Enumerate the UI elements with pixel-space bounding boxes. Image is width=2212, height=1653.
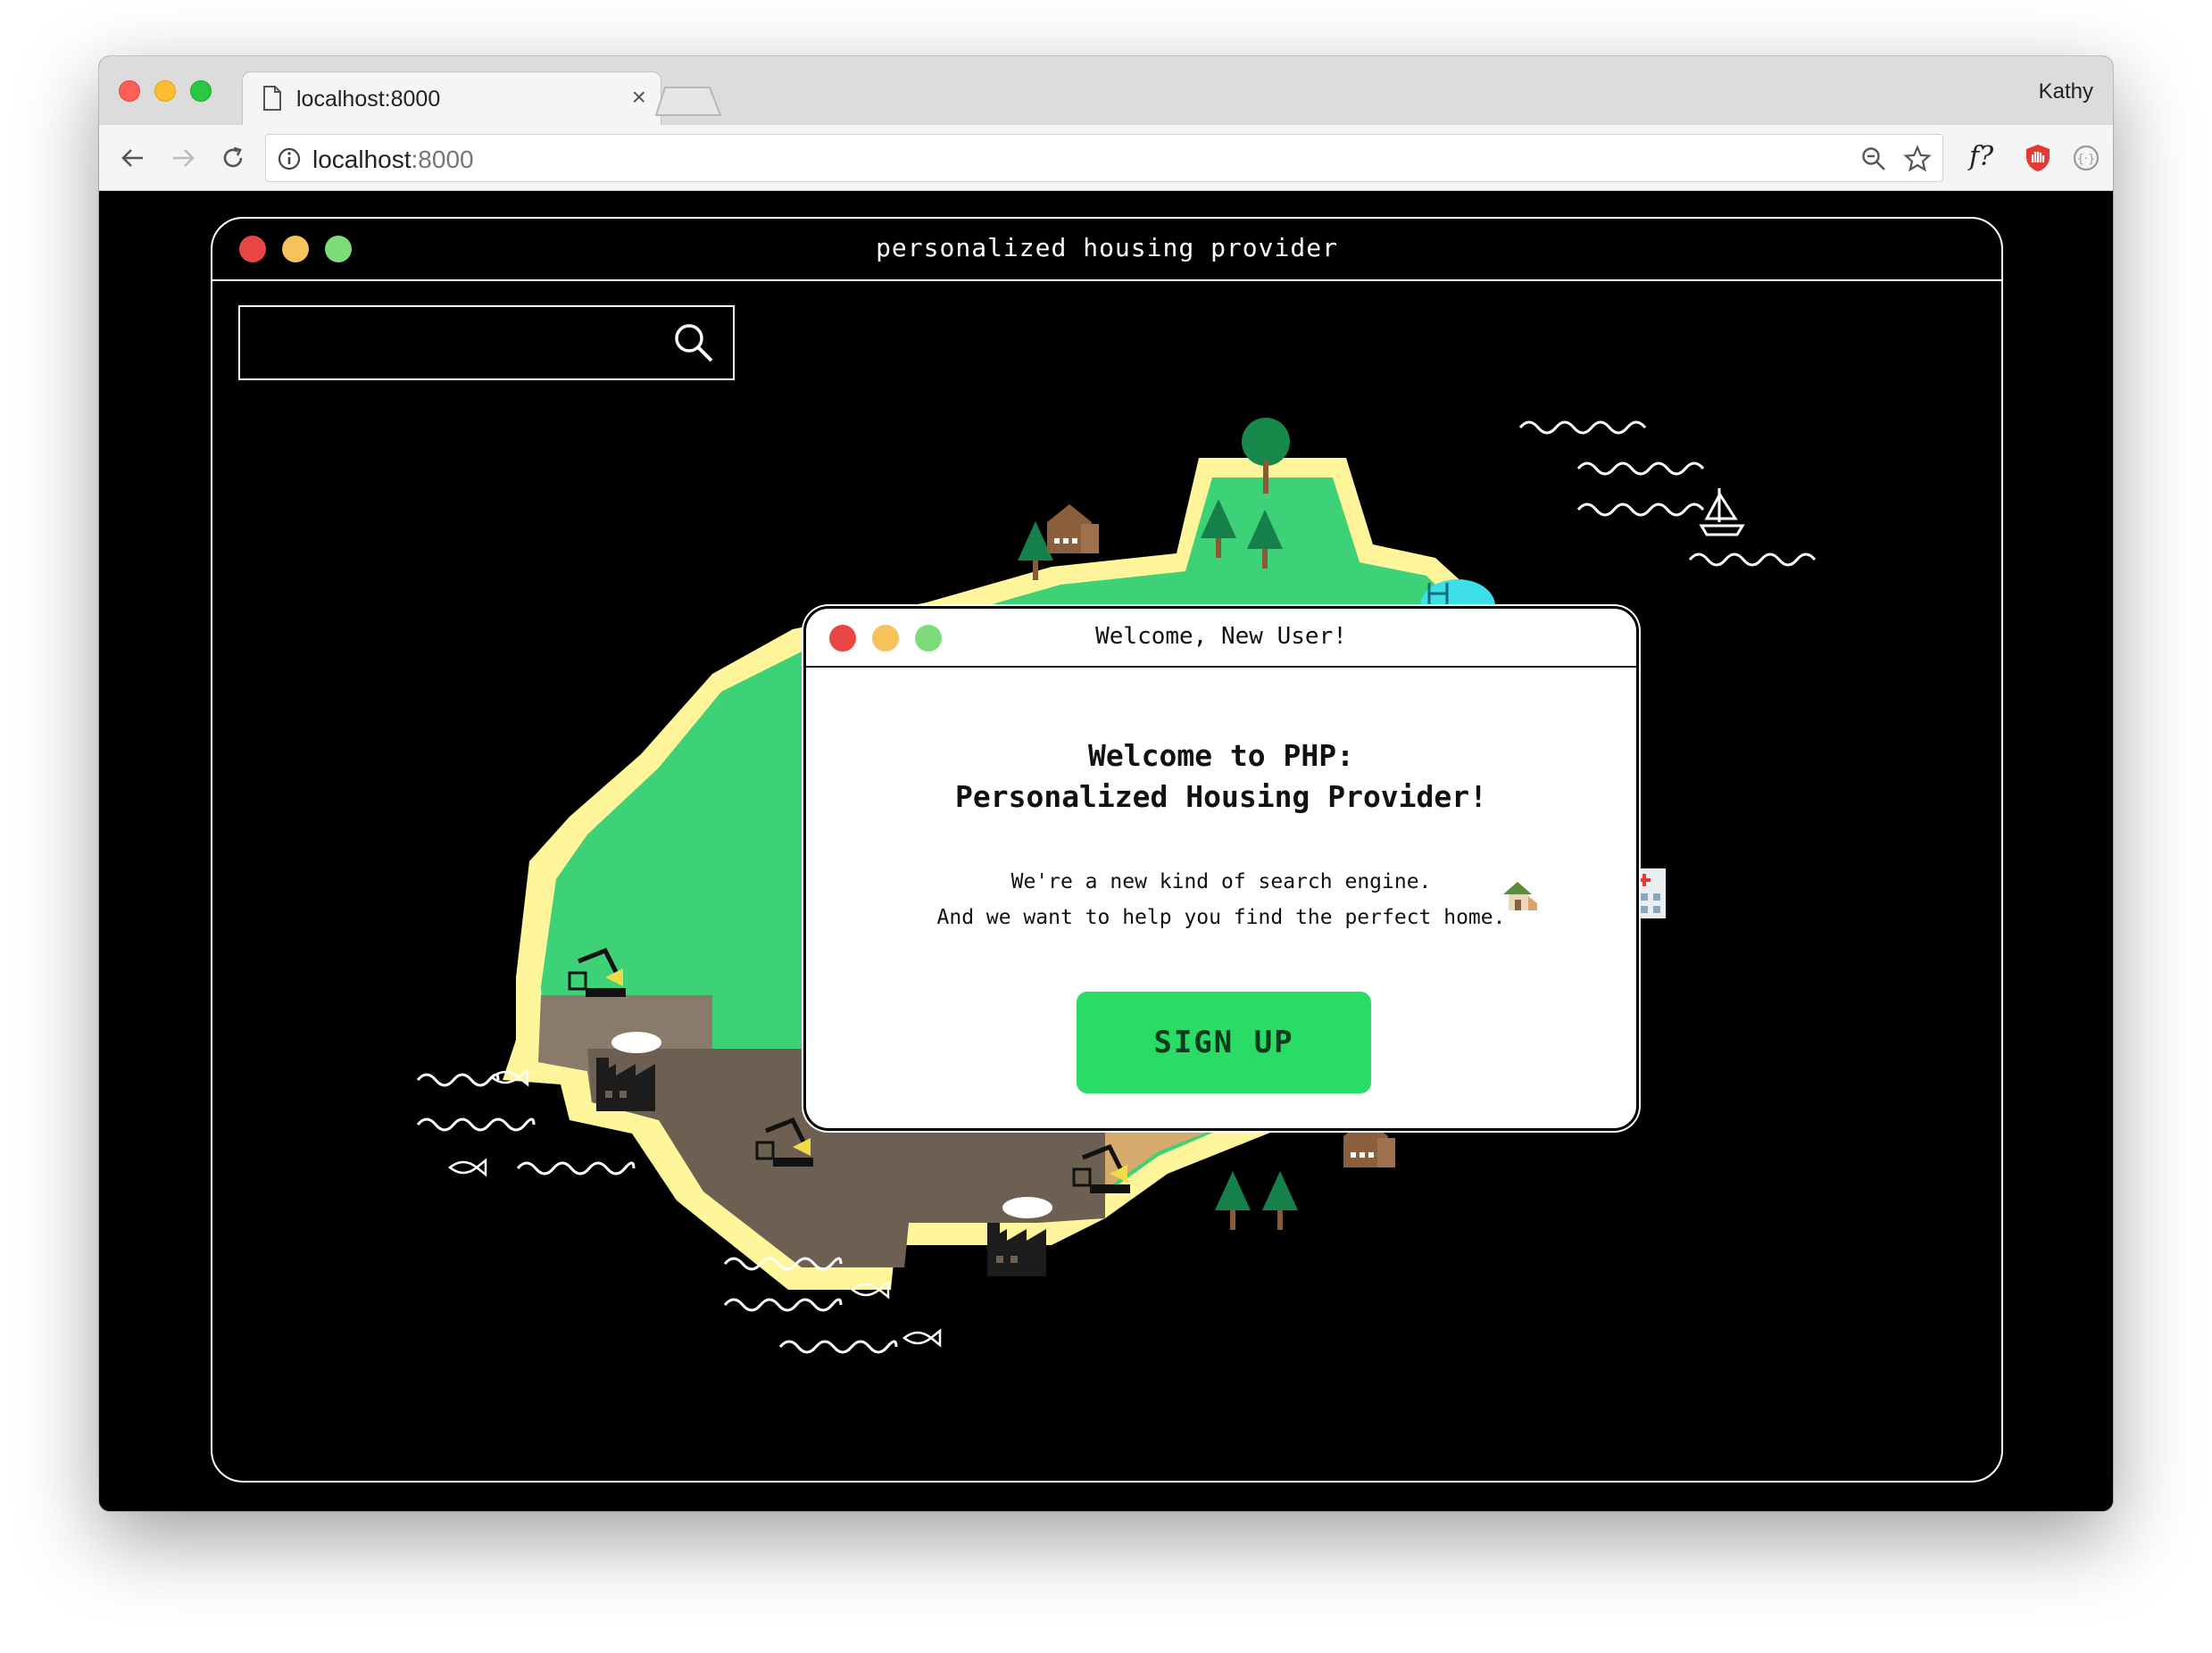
maximize-window-button[interactable] xyxy=(190,80,212,102)
profile-name[interactable]: Kathy xyxy=(2039,79,2093,104)
app-window: personalized housing provider Welcome, N… xyxy=(211,217,2003,1483)
url-port: :8000 xyxy=(411,145,474,173)
address-bar[interactable]: localhost:8000 xyxy=(265,134,1943,182)
apartment-icon xyxy=(1047,504,1099,553)
star-icon[interactable] xyxy=(1903,145,1932,173)
heading-line-2: Personalized Housing Provider! xyxy=(954,779,1488,814)
signup-button[interactable]: SIGN UP xyxy=(1077,992,1371,1093)
shield-icon[interactable] xyxy=(2020,140,2056,176)
browser-window: localhost:8000 × Kathy localhost:8000 f?… xyxy=(99,56,2113,1511)
dialog-titlebar: Welcome, New User! xyxy=(806,609,1636,668)
browser-toolbar: localhost:8000 f? {·} xyxy=(99,125,2113,191)
minimize-window-button[interactable] xyxy=(154,80,176,102)
welcome-dialog: Welcome, New User! Welcome to PHP: Perso… xyxy=(803,606,1639,1131)
tab-strip: localhost:8000 × Kathy xyxy=(99,56,2113,125)
dialog-title: Welcome, New User! xyxy=(1095,623,1347,650)
tree-icon xyxy=(1215,1171,1251,1230)
extension-icon[interactable]: {·} xyxy=(2068,140,2104,176)
url-host: localhost xyxy=(312,145,412,173)
info-icon[interactable] xyxy=(277,146,302,171)
tab-title: localhost:8000 xyxy=(296,87,441,112)
heading-line-1: Welcome to PHP: xyxy=(1087,738,1354,773)
sailboat-icon xyxy=(1699,488,1745,536)
dialog-heading: Welcome to PHP: Personalized Housing Pro… xyxy=(806,735,1636,818)
tab-close-button[interactable]: × xyxy=(632,83,646,112)
house-icon xyxy=(1503,882,1537,910)
zoom-icon[interactable] xyxy=(1860,145,1887,172)
tab-localhost[interactable]: localhost:8000 × xyxy=(242,71,661,125)
reload-icon[interactable] xyxy=(215,140,251,176)
back-icon[interactable] xyxy=(115,140,151,176)
close-window-button[interactable] xyxy=(119,80,140,102)
doc-icon xyxy=(263,86,281,111)
page-viewport: personalized housing provider Welcome, N… xyxy=(99,191,2113,1511)
fish-icon xyxy=(447,1158,487,1177)
new-tab-button[interactable] xyxy=(654,86,722,116)
svg-text:{·}: {·} xyxy=(2077,153,2096,166)
url-text: localhost:8000 xyxy=(312,145,474,174)
extension-f-icon[interactable]: f? xyxy=(1969,141,1993,172)
forward-icon[interactable] xyxy=(165,140,201,176)
tree-icon xyxy=(1262,1171,1298,1230)
fish-icon xyxy=(902,1328,942,1348)
